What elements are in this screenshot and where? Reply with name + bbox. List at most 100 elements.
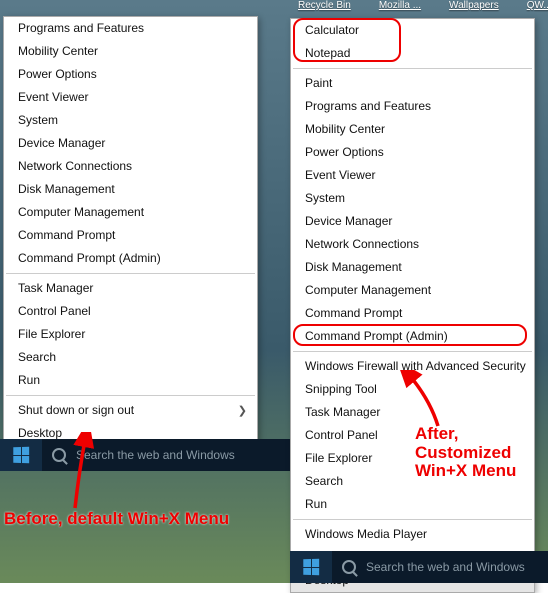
menu-item[interactable]: Network Connections [291,233,534,256]
annotation-after: After, Customized Win+X Menu [415,425,548,481]
menu-item[interactable]: Notepad [291,42,534,65]
left-scene: Programs and Features Mobility Center Powe… [0,0,290,583]
menu-item-label: Command Prompt (Admin) [305,329,448,343]
menu-item-label: Computer Management [305,283,431,297]
menu-item[interactable]: Windows Firewall with Advanced Security [291,355,534,378]
menu-item-label: Disk Management [18,182,115,196]
taskbar-left: Search the web and Windows [0,439,290,471]
menu-item[interactable]: Power Options [291,141,534,164]
menu-item[interactable]: Event Viewer [291,164,534,187]
menu-item[interactable]: Run [291,493,534,516]
menu-item-label: Run [18,373,40,387]
taskbar-search-right[interactable]: Search the web and Windows [332,560,548,574]
menu-item-label: Device Manager [305,214,392,228]
menu-item-label: Disk Management [305,260,402,274]
taskbar-search-left[interactable]: Search the web and Windows [42,448,290,462]
menu-item-label: Snipping Tool [305,382,377,396]
right-scene: Recycle Bin Mozilla ... Wallpapers QW... Ca… [290,0,548,583]
menu-item[interactable]: Device Manager [291,210,534,233]
menu-item-label: Shut down or sign out [18,403,134,417]
menu-item[interactable]: Shut down or sign out ❯ [4,399,257,422]
menu-item-label: Network Connections [305,237,419,251]
winx-menu-default: Programs and Features Mobility Center Powe… [3,16,258,446]
menu-item[interactable]: Programs and Features [291,95,534,118]
menu-item-label: Paint [305,76,332,90]
menu-item[interactable]: Task Manager [291,401,534,424]
taskbar-right: Search the web and Windows [290,551,548,583]
menu-item[interactable]: Command Prompt (Admin) [4,247,257,270]
menu-item-label: File Explorer [305,451,372,465]
menu-item[interactable]: Computer Management [4,201,257,224]
menu-item[interactable]: Programs and Features [4,17,257,40]
menu-item-label: Programs and Features [305,99,431,113]
menu-item[interactable]: System [291,187,534,210]
menu-item[interactable]: Computer Management [291,279,534,302]
menu-item-label: Command Prompt [305,306,402,320]
menu-item-label: Task Manager [305,405,380,419]
search-placeholder-left: Search the web and Windows [76,448,235,462]
menu-item-label: Network Connections [18,159,132,173]
menu-item[interactable]: Device Manager [4,132,257,155]
menu-item[interactable]: Command Prompt [4,224,257,247]
menu-item[interactable]: Run [4,369,257,392]
menu-item-label: System [18,113,58,127]
menu-item[interactable]: Mobility Center [4,40,257,63]
annotation-after-line2: Win+X Menu [415,462,548,481]
menu-item[interactable]: Snipping Tool [291,378,534,401]
menu-item-label: Command Prompt [18,228,115,242]
menu-item-label: Event Viewer [305,168,375,182]
chevron-right-icon: ❯ [238,404,247,417]
menu-separator [6,273,255,274]
menu-item[interactable]: Disk Management [291,256,534,279]
menu-item-label: Control Panel [305,428,378,442]
menu-separator [6,395,255,396]
menu-item[interactable]: Event Viewer [4,86,257,109]
menu-item-label: System [305,191,345,205]
desktop-icon-label[interactable]: Recycle Bin [298,0,351,16]
start-button-left[interactable] [0,439,42,471]
winx-menu-customized: Calculator Notepad Paint Programs and Featu… [290,18,535,593]
menu-item[interactable]: Network Connections [4,155,257,178]
menu-item[interactable]: Command Prompt [291,302,534,325]
annotation-before: Before, default Win+X Menu [4,510,229,529]
menu-item-label: Task Manager [18,281,93,295]
desktop-icon-label[interactable]: Wallpapers [449,0,499,16]
menu-item[interactable]: Mobility Center [291,118,534,141]
menu-item[interactable]: Command Prompt (Admin) [291,325,534,348]
search-icon [342,560,356,574]
start-button-right[interactable] [290,551,332,583]
menu-item-label: Mobility Center [18,44,98,58]
menu-item[interactable]: Search [4,346,257,369]
search-placeholder-right: Search the web and Windows [366,560,525,574]
menu-item[interactable]: Power Options [4,63,257,86]
desktop-icon-label[interactable]: Mozilla ... [379,0,421,16]
menu-item-label: File Explorer [18,327,85,341]
menu-item-label: Mobility Center [305,122,385,136]
menu-item-label: Computer Management [18,205,144,219]
windows-logo-icon [303,559,319,575]
search-icon [52,448,66,462]
menu-item-label: Notepad [305,46,350,60]
menu-item[interactable]: Windows Media Player [291,523,534,546]
menu-item-label: Search [18,350,56,364]
menu-item-label: Command Prompt (Admin) [18,251,161,265]
menu-separator [293,68,532,69]
menu-item[interactable]: Task Manager [4,277,257,300]
windows-logo-icon [13,447,29,463]
menu-item-label: Windows Firewall with Advanced Security [305,359,526,373]
menu-item-label: Search [305,474,343,488]
menu-item[interactable]: System [4,109,257,132]
menu-item[interactable]: Paint [291,72,534,95]
menu-separator [293,351,532,352]
annotation-after-line1: After, Customized [415,425,548,462]
menu-item[interactable]: Disk Management [4,178,257,201]
menu-item-label: Run [305,497,327,511]
menu-item-label: Power Options [18,67,97,81]
menu-separator [293,519,532,520]
menu-item[interactable]: Control Panel [4,300,257,323]
menu-item[interactable]: Calculator [291,19,534,42]
menu-item-label: Device Manager [18,136,105,150]
menu-item[interactable]: File Explorer [4,323,257,346]
desktop-icon-label[interactable]: QW... [527,0,548,16]
menu-item-label: Desktop [18,426,62,440]
